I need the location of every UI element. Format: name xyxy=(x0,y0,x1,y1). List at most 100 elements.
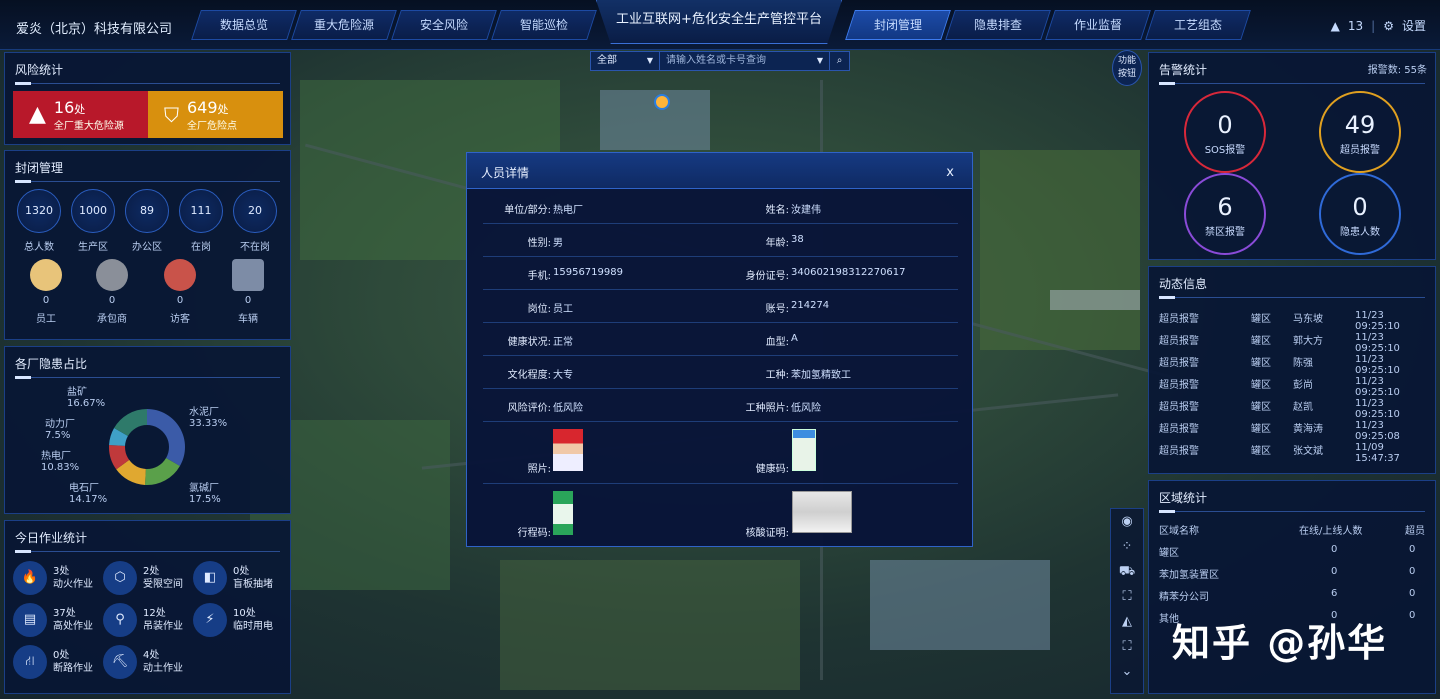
closed-mgmt-panel: 封闭管理 1320 1000 89 111 20 总人数 生产区 办公区 在岗 … xyxy=(4,150,291,340)
sos-alert[interactable]: 0 SOS报警 xyxy=(1184,91,1266,173)
search-input[interactable]: 请输入姓名或卡号查询 ▼ xyxy=(660,51,830,71)
list-item[interactable]: 超员报警 罐区 黄海涛 11/23 09:25:08 xyxy=(1159,415,1425,442)
panel-title: 区域统计 xyxy=(1159,491,1208,505)
restricted-zone-alert[interactable]: 6 禁区报警 xyxy=(1184,173,1266,255)
zhihu-watermark: 知乎 @孙华 xyxy=(1172,621,1388,665)
nav-safety-risk[interactable]: 安全风险 xyxy=(391,10,497,40)
work-panel: 今日作业统计 🔥 3处 动火作业 ⬡ 2处 受限空间 ◧ 0处 盲板抽堵 ▤ 37处 高处作业 … xyxy=(4,520,291,694)
scope-select[interactable]: 全部 ▼ xyxy=(590,51,660,71)
platform-title: 工业互联网+危化安全生产管控平台 xyxy=(596,0,842,44)
map-marker-icon[interactable] xyxy=(654,94,670,110)
nav-hidden-danger[interactable]: 隐患排查 xyxy=(945,10,1051,40)
work-height[interactable]: ▤ 37处 高处作业 xyxy=(13,603,93,637)
panel-title: 封闭管理 xyxy=(15,161,64,175)
office-count[interactable]: 89 xyxy=(125,189,169,233)
modal-header: 人员详情 x xyxy=(467,153,972,189)
list-item[interactable]: 超员报警 罐区 郭大方 11/23 09:25:10 xyxy=(1159,327,1425,354)
table-row[interactable]: 精苯分公司 6 0 xyxy=(1159,583,1425,605)
photo-row: 照片: 健康码: xyxy=(483,422,958,484)
gear-icon[interactable]: ⚙ xyxy=(1383,19,1394,33)
title-underline xyxy=(15,82,280,85)
warning-icon[interactable]: ▲ xyxy=(1331,19,1340,33)
stat-label: 生产区 xyxy=(78,242,108,253)
hazard-person-alert[interactable]: 0 隐患人数 xyxy=(1319,173,1401,255)
nav-inspection[interactable]: 智能巡检 xyxy=(491,10,597,40)
work-electric[interactable]: ⚡ 10处 临时用电 xyxy=(193,603,273,637)
title-underline xyxy=(1159,510,1425,513)
table-header: 区域名称 在线/上线人数 超员 xyxy=(1159,526,1425,537)
nucleic-test-image[interactable] xyxy=(792,491,852,533)
map-toolbar: ◉ ⁘ ⛟ ⛶ ◭ ⛶ ⌄ xyxy=(1110,508,1144,694)
list-item[interactable]: 超员报警 罐区 赵凯 11/23 09:25:10 xyxy=(1159,393,1425,420)
donut-label: 动力厂 7.5% xyxy=(45,419,75,441)
work-blind-plate[interactable]: ◧ 0处 盲板抽堵 xyxy=(193,561,273,595)
list-item[interactable]: 超员报警 罐区 马东坡 11/23 09:25:10 xyxy=(1159,305,1425,332)
top-header: 爱炎（北京）科技有限公司 数据总览 重大危险源 安全风险 智能巡检 工业互联网+… xyxy=(0,0,1440,50)
search-icon[interactable]: ⌕ xyxy=(830,51,850,71)
person-visitor[interactable]: 0 访客 xyxy=(155,259,205,325)
close-icon[interactable]: x xyxy=(946,165,954,180)
list-item[interactable]: 超员报警 罐区 陈强 11/23 09:25:10 xyxy=(1159,349,1425,376)
on-duty-count[interactable]: 111 xyxy=(179,189,223,233)
title-underline xyxy=(15,550,280,553)
off-duty-count[interactable]: 20 xyxy=(233,189,277,233)
alert-count[interactable]: 13 xyxy=(1348,19,1363,33)
work-fire[interactable]: 🔥 3处 动火作业 xyxy=(13,561,93,595)
header-right: ▲ 13 | ⚙ 设置 xyxy=(1331,17,1426,34)
nav-major-hazard[interactable]: 重大危险源 xyxy=(291,10,397,40)
function-button[interactable]: 功能 按钮 xyxy=(1112,50,1142,86)
work-confined[interactable]: ⬡ 2处 受限空间 xyxy=(103,561,183,595)
risk-panel: 风险统计 ▲ 16处 全厂重大危险源 ⛉ 649处 全厂危险点 xyxy=(4,52,291,145)
search-bar: 全部 ▼ 请输入姓名或卡号查询 ▼ ⌕ xyxy=(590,51,850,71)
eye-icon[interactable]: ◉ xyxy=(1111,509,1143,534)
person-photo[interactable] xyxy=(553,429,583,471)
nav-closed-mgmt[interactable]: 封闭管理 xyxy=(845,10,951,40)
detail-row: 文化程度: 大专 工种: 苯加氢精致工 xyxy=(483,356,958,389)
car-scan-icon[interactable]: ⛟ xyxy=(1111,559,1143,584)
donut-slice-0[interactable] xyxy=(147,409,185,466)
major-hazard-box[interactable]: ▲ 16处 全厂重大危险源 xyxy=(13,91,148,138)
nav-overview[interactable]: 数据总览 xyxy=(191,10,297,40)
list-item[interactable]: 超员报警 罐区 张文斌 11/09 15:47:37 xyxy=(1159,437,1425,464)
list-item[interactable]: 超员报警 罐区 彭尚 11/23 09:25:10 xyxy=(1159,371,1425,398)
table-row[interactable]: 罐区 0 0 xyxy=(1159,539,1425,561)
total-count[interactable]: 1320 xyxy=(17,189,61,233)
road-icon: ⛙ xyxy=(13,645,47,679)
camera-icon[interactable]: ◭ xyxy=(1111,609,1143,634)
visitor-icon xyxy=(164,259,196,291)
person-worker[interactable]: 0 员工 xyxy=(21,259,71,325)
panel-title: 告警统计 xyxy=(1159,63,1208,77)
settings-link[interactable]: 设置 xyxy=(1402,17,1426,34)
face-scan-icon[interactable]: ⛶ xyxy=(1111,584,1143,609)
vehicle-icon xyxy=(232,259,264,291)
box-icon: ⬡ xyxy=(103,561,137,595)
photo-row: 行程码: 核酸证明: xyxy=(483,484,958,546)
health-code-image[interactable] xyxy=(792,429,816,471)
hazard-donut-chart[interactable] xyxy=(101,401,193,493)
person-detail-modal: 人员详情 x 单位/部分: 热电厂 姓名: 汝建伟 性别: 男年龄: 38 手机: 1595… xyxy=(466,152,973,547)
modal-title: 人员详情 xyxy=(481,166,530,180)
person-vehicle[interactable]: 0 车辆 xyxy=(223,259,273,325)
person-contractor[interactable]: 0 承包商 xyxy=(87,259,137,325)
production-count[interactable]: 1000 xyxy=(71,189,115,233)
fullscreen-icon[interactable]: ⛶ xyxy=(1111,634,1143,659)
nav-process-config[interactable]: 工艺组态 xyxy=(1145,10,1251,40)
warning-triangle-icon: ▲ xyxy=(29,102,46,127)
trip-code-image[interactable] xyxy=(553,491,573,535)
danger-point-box[interactable]: ⛉ 649处 全厂危险点 xyxy=(148,91,283,138)
panel-title: 今日作业统计 xyxy=(15,531,88,545)
panel-title: 各厂隐患占比 xyxy=(15,357,88,371)
chevron-down-icon[interactable]: ⌄ xyxy=(1111,659,1143,684)
nav-work-supervision[interactable]: 作业监督 xyxy=(1045,10,1151,40)
cluster-icon[interactable]: ⁘ xyxy=(1111,534,1143,559)
work-road-break[interactable]: ⛙ 0处 断路作业 xyxy=(13,645,93,679)
donut-label: 水泥厂 33.33% xyxy=(189,407,228,429)
shield-bolt-icon: ⛉ xyxy=(164,102,179,127)
table-row[interactable]: 苯加氢装置区 0 0 xyxy=(1159,561,1425,583)
overstaff-alert[interactable]: 49 超员报警 xyxy=(1319,91,1401,173)
detail-row: 健康状况: 正常 血型: A xyxy=(483,323,958,356)
work-excavation[interactable]: ⛏ 4处 动土作业 xyxy=(103,645,183,679)
work-lifting[interactable]: ⚲ 12处 吊装作业 xyxy=(103,603,183,637)
detail-row: 手机: 15956719989 身份证号: 340602198312270617 xyxy=(483,257,958,290)
stat-label: 在岗 xyxy=(191,242,211,253)
